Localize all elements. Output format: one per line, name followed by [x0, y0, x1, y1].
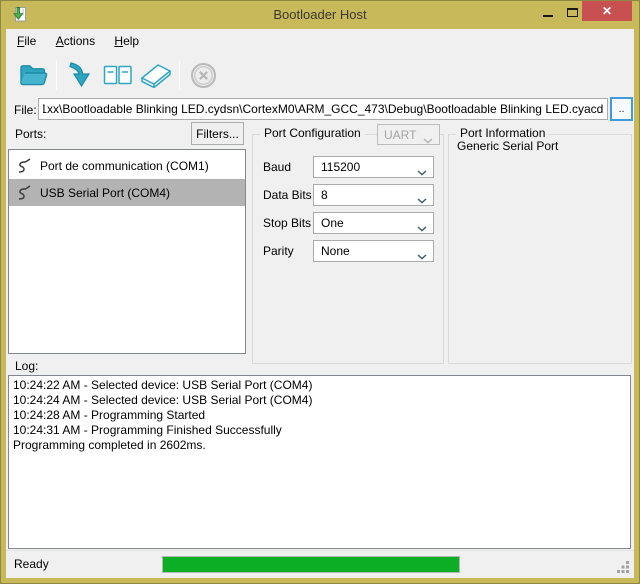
- port-list-item[interactable]: Port de communication (COM1): [9, 152, 245, 179]
- data-bits-label: Data Bits: [263, 188, 312, 202]
- baud-label: Baud: [263, 160, 291, 174]
- minimize-icon: [543, 15, 553, 17]
- toolbar: [6, 53, 634, 97]
- port-list-item[interactable]: USB Serial Port (COM4): [9, 179, 245, 206]
- baud-dropdown[interactable]: 115200: [313, 156, 434, 178]
- file-path-input[interactable]: [38, 98, 608, 120]
- port-information-group: Port Information Generic Serial Port: [448, 124, 632, 364]
- statusbar: Ready: [6, 550, 634, 578]
- browse-button[interactable]: ..: [610, 97, 633, 121]
- log-line: Programming completed in 2602ms.: [13, 438, 626, 453]
- port-list-item-label: USB Serial Port (COM4): [40, 186, 170, 200]
- chevron-down-icon: [417, 165, 427, 179]
- groupbox-border: [448, 134, 632, 364]
- program-button[interactable]: [61, 56, 99, 94]
- menubar: File Actions Help: [6, 29, 634, 53]
- port-list-item-label: Port de communication (COM1): [40, 159, 209, 173]
- menu-actions[interactable]: Actions: [48, 29, 103, 52]
- stop-bits-label: Stop Bits: [263, 216, 311, 230]
- protocol-value: UART: [384, 128, 416, 142]
- menu-help[interactable]: Help: [106, 29, 147, 52]
- parity-value: None: [321, 244, 350, 258]
- port-configuration-group: Port Configuration UART Baud 115200 Data…: [252, 124, 444, 364]
- minimize-button[interactable]: [537, 3, 559, 21]
- open-file-icon: [18, 62, 48, 88]
- port-information-title: Port Information: [456, 126, 549, 140]
- verify-button[interactable]: [99, 56, 137, 94]
- log-line: 10:24:28 AM - Programming Started: [13, 408, 626, 423]
- maximize-button[interactable]: [561, 3, 583, 21]
- progress-fill: [163, 557, 459, 572]
- parity-dropdown[interactable]: None: [313, 240, 434, 262]
- chevron-down-icon: [417, 193, 427, 207]
- log-textbox[interactable]: 10:24:22 AM - Selected device: USB Seria…: [8, 375, 631, 549]
- log-label: Log:: [15, 359, 38, 373]
- close-button[interactable]: ✕: [582, 1, 632, 21]
- status-text: Ready: [14, 557, 49, 571]
- chevron-down-icon: [417, 221, 427, 235]
- log-line: 10:24:22 AM - Selected device: USB Seria…: [13, 378, 626, 393]
- open-file-button[interactable]: [14, 56, 52, 94]
- stop-bits-value: One: [321, 216, 344, 230]
- maximize-icon: [567, 8, 578, 17]
- verify-icon: [103, 63, 133, 88]
- erase-button[interactable]: [137, 56, 175, 94]
- ports-label: Ports:: [15, 127, 46, 141]
- parity-label: Parity: [263, 244, 294, 258]
- menu-file[interactable]: File: [9, 29, 44, 52]
- log-line: 10:24:24 AM - Selected device: USB Seria…: [13, 393, 626, 408]
- client-area: File Actions Help: [6, 29, 634, 578]
- erase-icon: [139, 62, 173, 88]
- protocol-dropdown: UART: [377, 124, 440, 145]
- progress-bar: [162, 556, 460, 573]
- close-icon: ✕: [602, 4, 612, 18]
- log-line: 10:24:31 AM - Programming Finished Succe…: [13, 423, 626, 438]
- toolbar-separator: [179, 60, 180, 90]
- resize-grip-icon[interactable]: [617, 561, 630, 574]
- titlebar[interactable]: Bootloader Host ✕: [1, 1, 639, 29]
- file-label: File:: [14, 103, 37, 117]
- serial-port-icon: [15, 184, 33, 201]
- port-information-content: Generic Serial Port: [457, 139, 558, 153]
- toolbar-separator: [56, 60, 57, 90]
- abort-icon: [190, 62, 217, 89]
- stop-bits-dropdown[interactable]: One: [313, 212, 434, 234]
- data-bits-value: 8: [321, 188, 328, 202]
- ports-list[interactable]: Port de communication (COM1) USB Serial …: [8, 149, 246, 354]
- program-icon: [67, 61, 93, 89]
- chevron-down-icon: [417, 249, 427, 263]
- bootloader-host-window: Bootloader Host ✕ File Actions Help: [0, 0, 640, 584]
- baud-value: 115200: [321, 160, 360, 174]
- abort-button: [184, 56, 222, 94]
- port-configuration-title: Port Configuration: [260, 126, 365, 140]
- filters-button[interactable]: Filters...: [191, 122, 244, 145]
- chevron-down-icon: [423, 133, 433, 147]
- serial-port-icon: [15, 157, 33, 174]
- data-bits-dropdown[interactable]: 8: [313, 184, 434, 206]
